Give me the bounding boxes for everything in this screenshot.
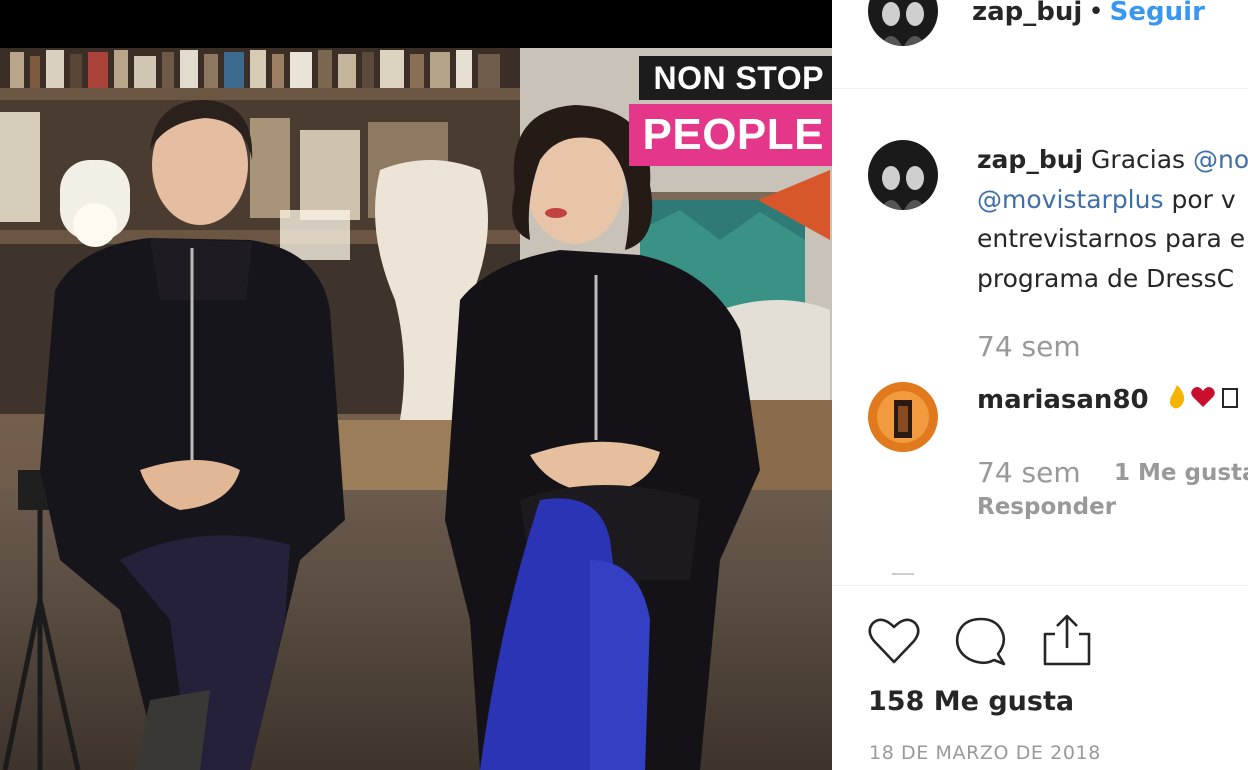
avatar-image xyxy=(868,140,938,210)
post-header: zap_buj • Seguir xyxy=(972,0,1205,34)
like-button[interactable] xyxy=(864,610,924,670)
avatar-image xyxy=(868,382,938,452)
scroll-clip-indicator xyxy=(892,573,914,575)
post-likes-count[interactable]: 158 Me gusta xyxy=(868,686,1074,717)
heart-emoji xyxy=(1191,387,1215,407)
commenter-avatar[interactable] xyxy=(868,382,938,452)
reply-button[interactable]: Responder xyxy=(977,494,1116,520)
share-button[interactable] xyxy=(1037,610,1097,670)
caption-username[interactable]: zap_buj xyxy=(977,145,1083,174)
show-title-badge-line2: PEOPLE xyxy=(628,104,832,166)
unknown-glyph xyxy=(1221,388,1238,408)
caption-line-1: zap_buj Gracias @no xyxy=(977,140,1248,180)
flame-emoji xyxy=(1169,385,1185,409)
show-title-badge-line1: NON STOP xyxy=(639,56,832,100)
caption-timestamp[interactable]: 74 sem xyxy=(977,330,1081,363)
actions-divider xyxy=(832,585,1248,586)
caption-avatar[interactable] xyxy=(868,140,938,210)
caption-line-3: entrevistarnos para e xyxy=(977,224,1246,253)
emoji-row xyxy=(1169,385,1238,409)
avatar-image xyxy=(868,0,938,46)
comment-timestamp[interactable]: 74 sem xyxy=(977,456,1081,489)
comment-likes[interactable]: 1 Me gusta xyxy=(1114,460,1248,486)
caption-text-start: Gracias xyxy=(1091,145,1193,174)
header-avatar[interactable] xyxy=(868,0,938,46)
comment-button[interactable] xyxy=(950,610,1010,670)
post-caption: zap_buj Gracias @no @movistarplus por v … xyxy=(977,140,1248,298)
header-username[interactable]: zap_buj xyxy=(972,0,1082,27)
comment-emojis xyxy=(1165,383,1241,418)
post-media-video[interactable]: NON STOP PEOPLE xyxy=(0,0,832,770)
comment: mariasan80 xyxy=(977,383,1241,418)
follow-button[interactable]: Seguir xyxy=(1110,0,1205,27)
commenter-username[interactable]: mariasan80 xyxy=(977,385,1149,415)
caption-mention-2[interactable]: @movistarplus xyxy=(977,185,1164,214)
caption-line-2: @movistarplus por v xyxy=(977,180,1248,220)
share-icon xyxy=(1043,614,1091,666)
comment-icon xyxy=(955,617,1006,666)
caption-line-4: programa de DressC xyxy=(977,263,1235,293)
header-divider xyxy=(832,88,1248,89)
header-separator: • xyxy=(1088,0,1104,27)
post-date: 18 DE MARZO DE 2018 xyxy=(869,742,1101,764)
heart-icon xyxy=(868,618,920,664)
post-side-panel: zap_buj • Seguir zap_buj Gracias @no @movi… xyxy=(832,0,1248,770)
caption-mention-1[interactable]: @no xyxy=(1193,145,1248,174)
caption-text-after-mention: por v xyxy=(1163,184,1236,214)
